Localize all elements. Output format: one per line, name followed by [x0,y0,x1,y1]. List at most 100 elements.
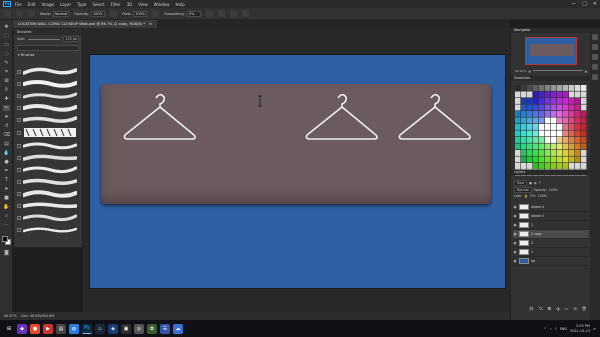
brush-preset-2[interactable] [23,79,77,89]
more-tools-icon[interactable]: ⋯ [3,222,10,228]
color-swatch[interactable] [545,137,551,143]
brush-search-input[interactable] [17,45,79,51]
lock-icon[interactable]: 🔒 [524,194,528,198]
chrome-browser-icon[interactable]: ◍ [69,323,79,334]
layer-row[interactable]: ◉ 2 [513,239,589,248]
color-swatch[interactable] [569,104,575,111]
color-swatch[interactable] [551,130,557,137]
color-swatch[interactable] [569,111,575,117]
color-swatch[interactable] [557,156,563,163]
color-swatch[interactable] [527,104,533,111]
color-swatch[interactable] [557,117,563,124]
brush-preset-9[interactable] [23,165,77,175]
navigator-panel-header[interactable]: Navigator [511,28,591,33]
color-swatch[interactable] [515,163,521,169]
color-swatch[interactable] [581,156,587,163]
color-swatch[interactable] [563,91,569,98]
color-swatch[interactable] [575,124,581,130]
visibility-eye-icon[interactable]: ◉ [513,223,517,227]
color-swatch[interactable] [521,130,527,137]
language-indicator[interactable]: ENG [560,327,567,331]
color-swatch[interactable] [581,111,587,117]
pressure-size-icon[interactable] [229,10,237,17]
color-swatch[interactable] [557,143,563,150]
color-swatch[interactable] [545,85,551,91]
color-swatch[interactable] [515,124,521,130]
color-swatch[interactable] [521,163,527,169]
zoom-in-icon[interactable]: ▲ [585,69,587,73]
color-swatch[interactable] [581,91,587,98]
color-swatch[interactable] [575,91,581,98]
color-panel-icon[interactable] [592,74,598,80]
visibility-eye-icon[interactable]: ◉ [513,241,517,245]
notifications-icon[interactable]: ▭ [593,327,596,331]
color-swatch[interactable] [515,91,521,98]
mode-select[interactable]: Normal [53,10,70,17]
color-swatch[interactable] [545,156,551,163]
color-swatch[interactable] [521,85,527,91]
visibility-eye-icon[interactable]: ◉ [513,214,517,218]
filter-adjust-icon[interactable]: ◐ [534,181,537,185]
menu-filter[interactable]: Filter [111,2,121,7]
history-brush-tool-icon[interactable]: ↺ [3,123,10,129]
swatches-color-wheel[interactable] [513,84,589,192]
quick-mask-icon[interactable]: ◙ [3,250,10,256]
color-swatch[interactable] [521,117,527,124]
color-swatch[interactable] [533,117,539,124]
color-swatch[interactable] [527,124,533,130]
color-swatch[interactable] [575,150,581,156]
color-swatch[interactable] [533,150,539,156]
layer-row[interactable]: ◉ 1 [513,221,589,230]
color-swatch[interactable] [581,130,587,137]
new-group-icon[interactable]: ▭ [565,306,569,311]
color-swatch[interactable] [569,130,575,137]
color-swatch[interactable] [575,137,581,143]
color-swatch[interactable] [515,98,521,104]
color-swatch[interactable] [569,143,575,150]
color-swatch[interactable] [521,111,527,117]
color-swatch[interactable] [539,130,545,137]
minimize-button[interactable]: — [571,1,576,7]
color-swatch[interactable] [581,150,587,156]
color-swatch[interactable] [581,117,587,124]
color-swatch[interactable] [539,117,545,124]
color-swatch[interactable] [539,143,545,150]
color-swatch[interactable] [563,143,569,150]
healing-brush-tool-icon[interactable]: ✚ [3,96,10,102]
color-swatch[interactable] [545,98,551,104]
color-swatch[interactable] [569,137,575,143]
color-swatch[interactable] [563,117,569,124]
smoothing-field[interactable]: 0% [186,10,201,17]
maximize-button[interactable]: □ [582,1,587,7]
color-swatch[interactable] [563,150,569,156]
brush-preset-8[interactable] [23,153,77,163]
color-swatch[interactable] [515,85,521,91]
color-swatch[interactable] [539,137,545,143]
eraser-tool-icon[interactable]: ⌫ [3,132,10,138]
brush-preset-7[interactable] [23,141,77,151]
quick-select-tool-icon[interactable]: ✎ [3,60,10,66]
navigator-zoom-slider[interactable] [532,70,583,71]
color-swatch[interactable] [557,111,563,117]
layer-fill-field[interactable]: 100% [538,194,547,198]
layer-row[interactable]: ◉ stroke 4 [513,203,589,212]
brush-preset-10[interactable] [23,177,77,187]
color-swatch[interactable] [551,137,557,143]
color-swatch[interactable] [515,156,521,163]
color-swatch[interactable] [551,98,557,104]
color-swatch[interactable] [557,85,563,91]
layer-kind-filter[interactable]: Kind [514,180,528,186]
color-swatch[interactable] [551,85,557,91]
color-swatch[interactable] [521,156,527,163]
color-swatch[interactable] [551,91,557,98]
app-icon-purple[interactable]: ◆ [17,323,27,334]
color-swatch[interactable] [575,163,581,169]
photoshop-taskbar-icon[interactable]: Ps [82,323,92,334]
clone-stamp-tool-icon[interactable]: ⎈ [3,114,10,120]
color-swatch[interactable] [569,124,575,130]
color-swatch[interactable] [527,150,533,156]
color-swatch[interactable] [575,130,581,137]
filter-image-icon[interactable]: ▣ [529,181,532,185]
flow-field[interactable]: 100% [133,10,148,17]
color-swatch[interactable] [557,91,563,98]
